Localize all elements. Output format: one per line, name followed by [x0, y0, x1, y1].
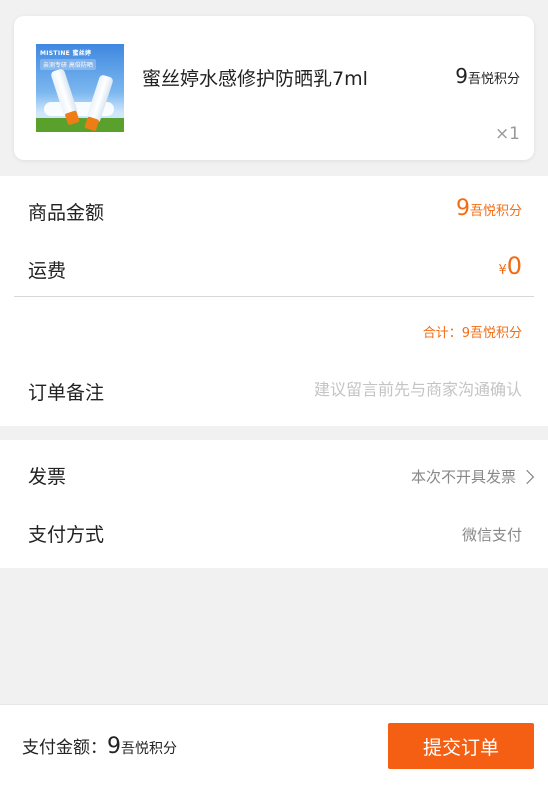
goods-amount-unit: 吾悦积分: [469, 204, 522, 219]
product-image-tag: 亲测专研 高倍防晒: [40, 59, 96, 70]
divider: [14, 296, 534, 297]
goods-amount-label: 商品金额: [28, 202, 105, 224]
freight-value: ¥0: [498, 252, 522, 280]
payment-method-value[interactable]: 微信支付: [462, 524, 522, 545]
freight-currency: ¥: [498, 263, 507, 278]
goods-amount-number: 9: [455, 196, 470, 221]
chevron-right-icon: [519, 469, 535, 484]
product-price-value: 9: [455, 64, 468, 88]
payment-method-label: 支付方式: [28, 524, 105, 546]
invoice-selector[interactable]: 本次不开具发票: [411, 466, 536, 487]
invoice-value: 本次不开具发票: [410, 468, 516, 486]
pay-amount-label: 支付金额：: [22, 738, 107, 758]
order-remark-input[interactable]: [262, 380, 522, 399]
pay-amount-number: 9: [107, 734, 121, 759]
product-image-grass: [36, 118, 124, 132]
pay-amount: 支付金额：9吾悦积分: [22, 733, 177, 759]
invoice-label: 发票: [28, 466, 67, 488]
amount-section: 商品金额 9吾悦积分 运费 ¥0 合计：9吾悦积分 订单备注: [0, 176, 548, 426]
order-remark-label: 订单备注: [28, 382, 105, 404]
pay-amount-unit: 吾悦积分: [121, 741, 177, 757]
freight-label: 运费: [28, 260, 67, 282]
product-quantity: ×1: [494, 124, 520, 144]
product-image-brand: MISTINE 蜜丝婷: [40, 50, 92, 57]
freight-number: 0: [506, 252, 522, 280]
product-name: 蜜丝婷水感修护防晒乳7ml: [142, 68, 368, 90]
order-confirm-page: MISTINE 蜜丝婷 亲测专研 高倍防晒 蜜丝婷水感修护防晒乳7ml 9吾悦积…: [0, 0, 548, 800]
order-total-line: 合计：9吾悦积分: [422, 326, 522, 341]
goods-amount-value: 9吾悦积分: [456, 196, 522, 221]
product-image: MISTINE 蜜丝婷 亲测专研 高倍防晒: [36, 44, 124, 132]
product-price-unit: 吾悦积分: [467, 72, 520, 87]
product-price: 9吾悦积分: [455, 64, 520, 88]
product-card[interactable]: MISTINE 蜜丝婷 亲测专研 高倍防晒 蜜丝婷水感修护防晒乳7ml 9吾悦积…: [14, 16, 534, 160]
invoice-payment-section: 发票 本次不开具发票 支付方式 微信支付: [0, 440, 548, 568]
submit-order-button[interactable]: 提交订单: [388, 723, 534, 769]
checkout-bar: 支付金额：9吾悦积分 提交订单: [0, 704, 548, 800]
